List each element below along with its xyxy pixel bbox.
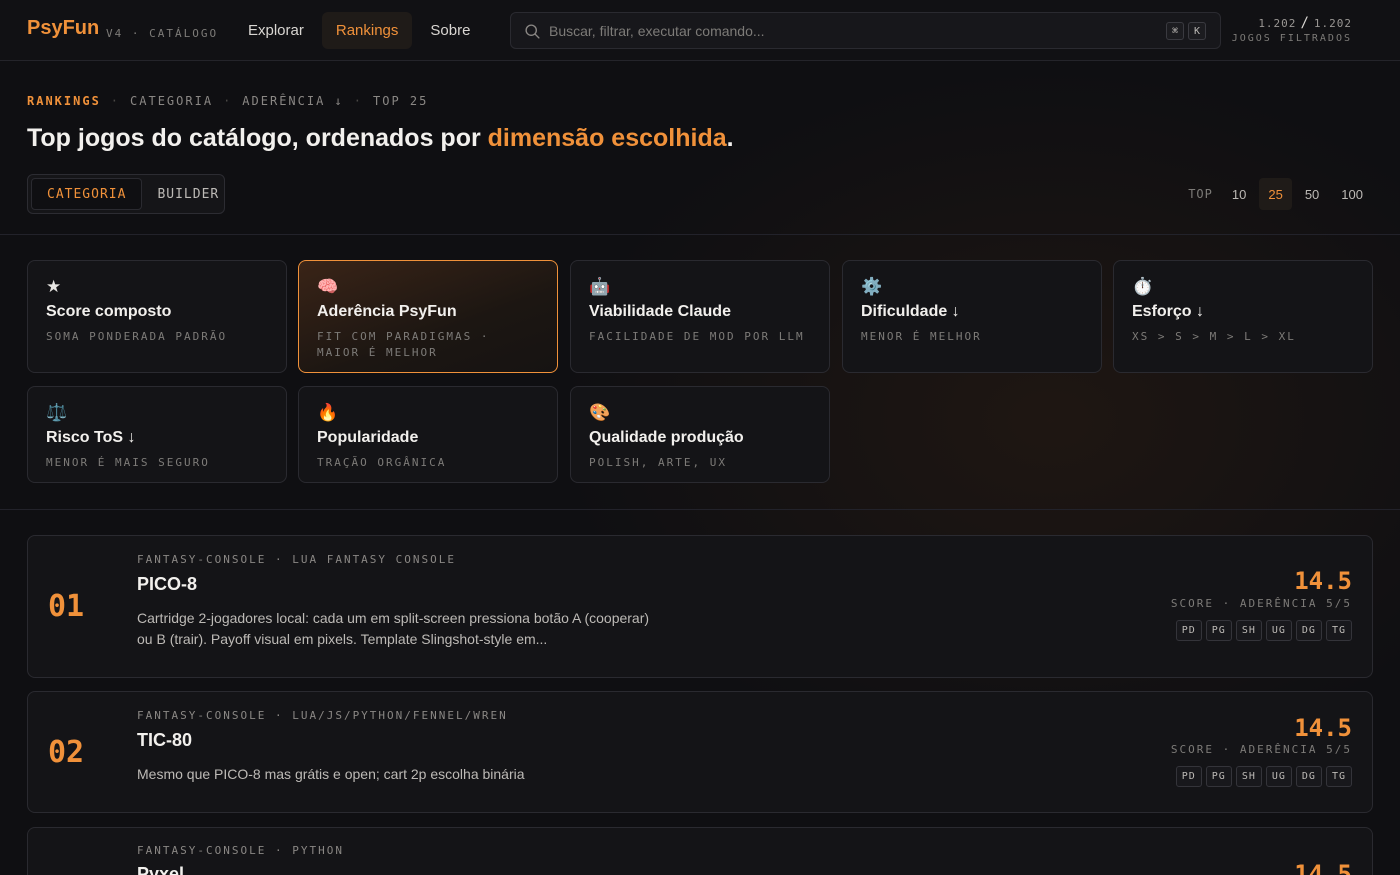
category-qualidade-producao[interactable]: 🎨 Qualidade produção POLISH, ARTE, UX: [570, 386, 830, 483]
stopwatch-icon: ⏱️: [1132, 277, 1154, 296]
nav-explorar[interactable]: Explorar: [234, 12, 318, 49]
search-input[interactable]: [549, 13, 1149, 48]
game-row[interactable]: 01 FANTASY-CONSOLE · LUA FANTASY CONSOLE…: [27, 535, 1373, 678]
search-box[interactable]: ⌘ K: [510, 12, 1221, 49]
category-title: Qualidade produção: [589, 429, 744, 446]
count-total: 1.202: [1313, 17, 1352, 30]
mode-toggle: CATEGORIA BUILDER: [27, 174, 225, 214]
palette-icon: 🎨: [589, 403, 611, 422]
fire-icon: 🔥: [317, 403, 339, 422]
game-meta: FANTASY-CONSOLE · LUA FANTASY CONSOLE: [137, 553, 457, 566]
crumb-rankings[interactable]: RANKINGS: [27, 94, 101, 108]
search-icon: [525, 24, 540, 39]
game-tags: PD PG SH UG DG TG: [1175, 620, 1352, 641]
nav-rankings[interactable]: Rankings: [321, 12, 413, 49]
category-subtitle: TRAÇÃO ORGÂNICA: [317, 456, 447, 469]
robot-icon: 🤖: [589, 277, 611, 296]
category-popularidade[interactable]: 🔥 Popularidade TRAÇÃO ORGÂNICA: [298, 386, 558, 483]
tag-badge: TG: [1325, 766, 1352, 787]
game-description: Cartridge 2-jogadores local: cada um em …: [137, 610, 650, 647]
category-esforco[interactable]: ⏱️ Esforço ↓ XS > S > M > L > XL: [1113, 260, 1373, 373]
category-title: Viabilidade Claude: [589, 303, 731, 320]
category-dificuldade[interactable]: ⚙️ Dificuldade ↓ MENOR É MELHOR: [842, 260, 1102, 373]
shortcut-k-key: K: [1188, 22, 1206, 40]
game-rank: 02: [48, 735, 85, 770]
game-row[interactable]: 02 FANTASY-CONSOLE · LUA/JS/PYTHON/FENNE…: [27, 691, 1373, 813]
nav-sobre[interactable]: Sobre: [416, 12, 484, 49]
category-subtitle: MENOR É MELHOR: [861, 330, 982, 343]
category-risco-tos[interactable]: ⚖️ Risco ToS ↓ MENOR É MAIS SEGURO: [27, 386, 287, 483]
tag-badge: TG: [1325, 620, 1352, 641]
top-100-option[interactable]: 100: [1332, 178, 1372, 210]
top-selector: TOP 10 25 50 100: [1188, 178, 1372, 210]
category-title: Score composto: [46, 303, 172, 320]
tag-badge: SH: [1235, 766, 1262, 787]
tag-badge: PD: [1175, 766, 1202, 787]
game-rank: 01: [48, 589, 85, 624]
top-label: TOP: [1188, 187, 1213, 201]
tag-badge: PG: [1205, 766, 1232, 787]
game-score: 14.5: [1294, 567, 1352, 595]
top-10-option[interactable]: 10: [1223, 178, 1255, 210]
category-title: Popularidade: [317, 429, 419, 446]
game-title: PICO-8: [137, 574, 198, 594]
top-50-option[interactable]: 50: [1296, 178, 1328, 210]
category-subtitle: FIT COM PARADIGMAS · MAIOR É MELHOR: [317, 330, 490, 359]
category-viabilidade-claude[interactable]: 🤖 Viabilidade Claude FACILIDADE DE MOD P…: [570, 260, 830, 373]
tag-badge: DG: [1295, 620, 1322, 641]
brand-subtitle: V4 · CATÁLOGO: [106, 27, 219, 40]
scales-icon: ⚖️: [46, 403, 68, 422]
game-row[interactable]: FANTASY-CONSOLE · PYTHON Pyxel 14.5: [27, 827, 1373, 875]
count-label: JOGOS FILTRADOS: [1231, 33, 1352, 44]
category-subtitle: MENOR É MAIS SEGURO: [46, 456, 210, 469]
crumb-sort[interactable]: ADERÊNCIA ↓: [242, 94, 343, 108]
category-subtitle: POLISH, ARTE, UX: [589, 456, 727, 469]
category-title: Esforço ↓: [1132, 303, 1205, 320]
game-title: TIC-80: [137, 730, 193, 750]
category-subtitle: FACILIDADE DE MOD POR LLM: [589, 330, 805, 343]
top-25-option[interactable]: 25: [1259, 178, 1292, 210]
divider: [0, 509, 1400, 510]
mode-builder-button[interactable]: BUILDER: [142, 178, 234, 210]
title-accent: dimensão escolhida: [487, 124, 727, 152]
game-score-label: SCORE · ADERÊNCIA 5/5: [1170, 597, 1352, 610]
tag-badge: UG: [1265, 620, 1292, 641]
tag-badge: UG: [1265, 766, 1292, 787]
page-title: Top jogos do catálogo, ordenados por dim…: [27, 124, 734, 152]
breadcrumb: RANKINGS · CATEGORIA · ADERÊNCIA ↓ · TOP…: [27, 94, 429, 108]
divider: [0, 234, 1400, 235]
shortcut-mod-key: ⌘: [1166, 22, 1184, 40]
crumb-top[interactable]: TOP 25: [373, 94, 428, 108]
tag-badge: PD: [1175, 620, 1202, 641]
gear-icon: ⚙️: [861, 277, 883, 296]
crumb-categoria[interactable]: CATEGORIA: [130, 94, 213, 108]
game-score: 14.5: [1294, 714, 1352, 742]
game-title: Pyxel: [137, 864, 185, 875]
game-score-label: SCORE · ADERÊNCIA 5/5: [1170, 743, 1352, 756]
star-icon: ★: [46, 277, 62, 296]
tag-badge: DG: [1295, 766, 1322, 787]
mode-categoria-button[interactable]: CATEGORIA: [31, 178, 143, 210]
game-description: Mesmo que PICO-8 mas grátis e open; cart…: [137, 766, 525, 782]
category-title: Dificuldade ↓: [861, 303, 960, 320]
game-meta: FANTASY-CONSOLE · LUA/JS/PYTHON/FENNEL/W…: [137, 709, 508, 722]
main-nav: Explorar Rankings Sobre: [234, 12, 484, 49]
category-score-composto[interactable]: ★ Score composto SOMA PONDERADA PADRÃO: [27, 260, 287, 373]
tag-badge: PG: [1205, 620, 1232, 641]
category-subtitle: SOMA PONDERADA PADRÃO: [46, 330, 228, 343]
category-aderencia-psyfun[interactable]: 🧠 Aderência PsyFun FIT COM PARADIGMAS · …: [298, 260, 558, 373]
game-meta: FANTASY-CONSOLE · PYTHON: [137, 844, 344, 857]
category-title: Risco ToS ↓: [46, 429, 136, 446]
count-shown: 1.202: [1258, 17, 1297, 30]
game-tags: PD PG SH UG DG TG: [1175, 766, 1352, 787]
category-subtitle: XS > S > M > L > XL: [1132, 330, 1296, 343]
brain-icon: 🧠: [317, 277, 339, 296]
results-counter: 1.202/1.202 JOGOS FILTRADOS: [1231, 15, 1352, 44]
game-score: 14.5: [1294, 860, 1352, 875]
brand-logo[interactable]: PsyFun: [27, 17, 99, 40]
tag-badge: SH: [1235, 620, 1262, 641]
top-bar: PsyFun V4 · CATÁLOGO Explorar Rankings S…: [0, 0, 1400, 61]
category-title: Aderência PsyFun: [317, 303, 457, 320]
